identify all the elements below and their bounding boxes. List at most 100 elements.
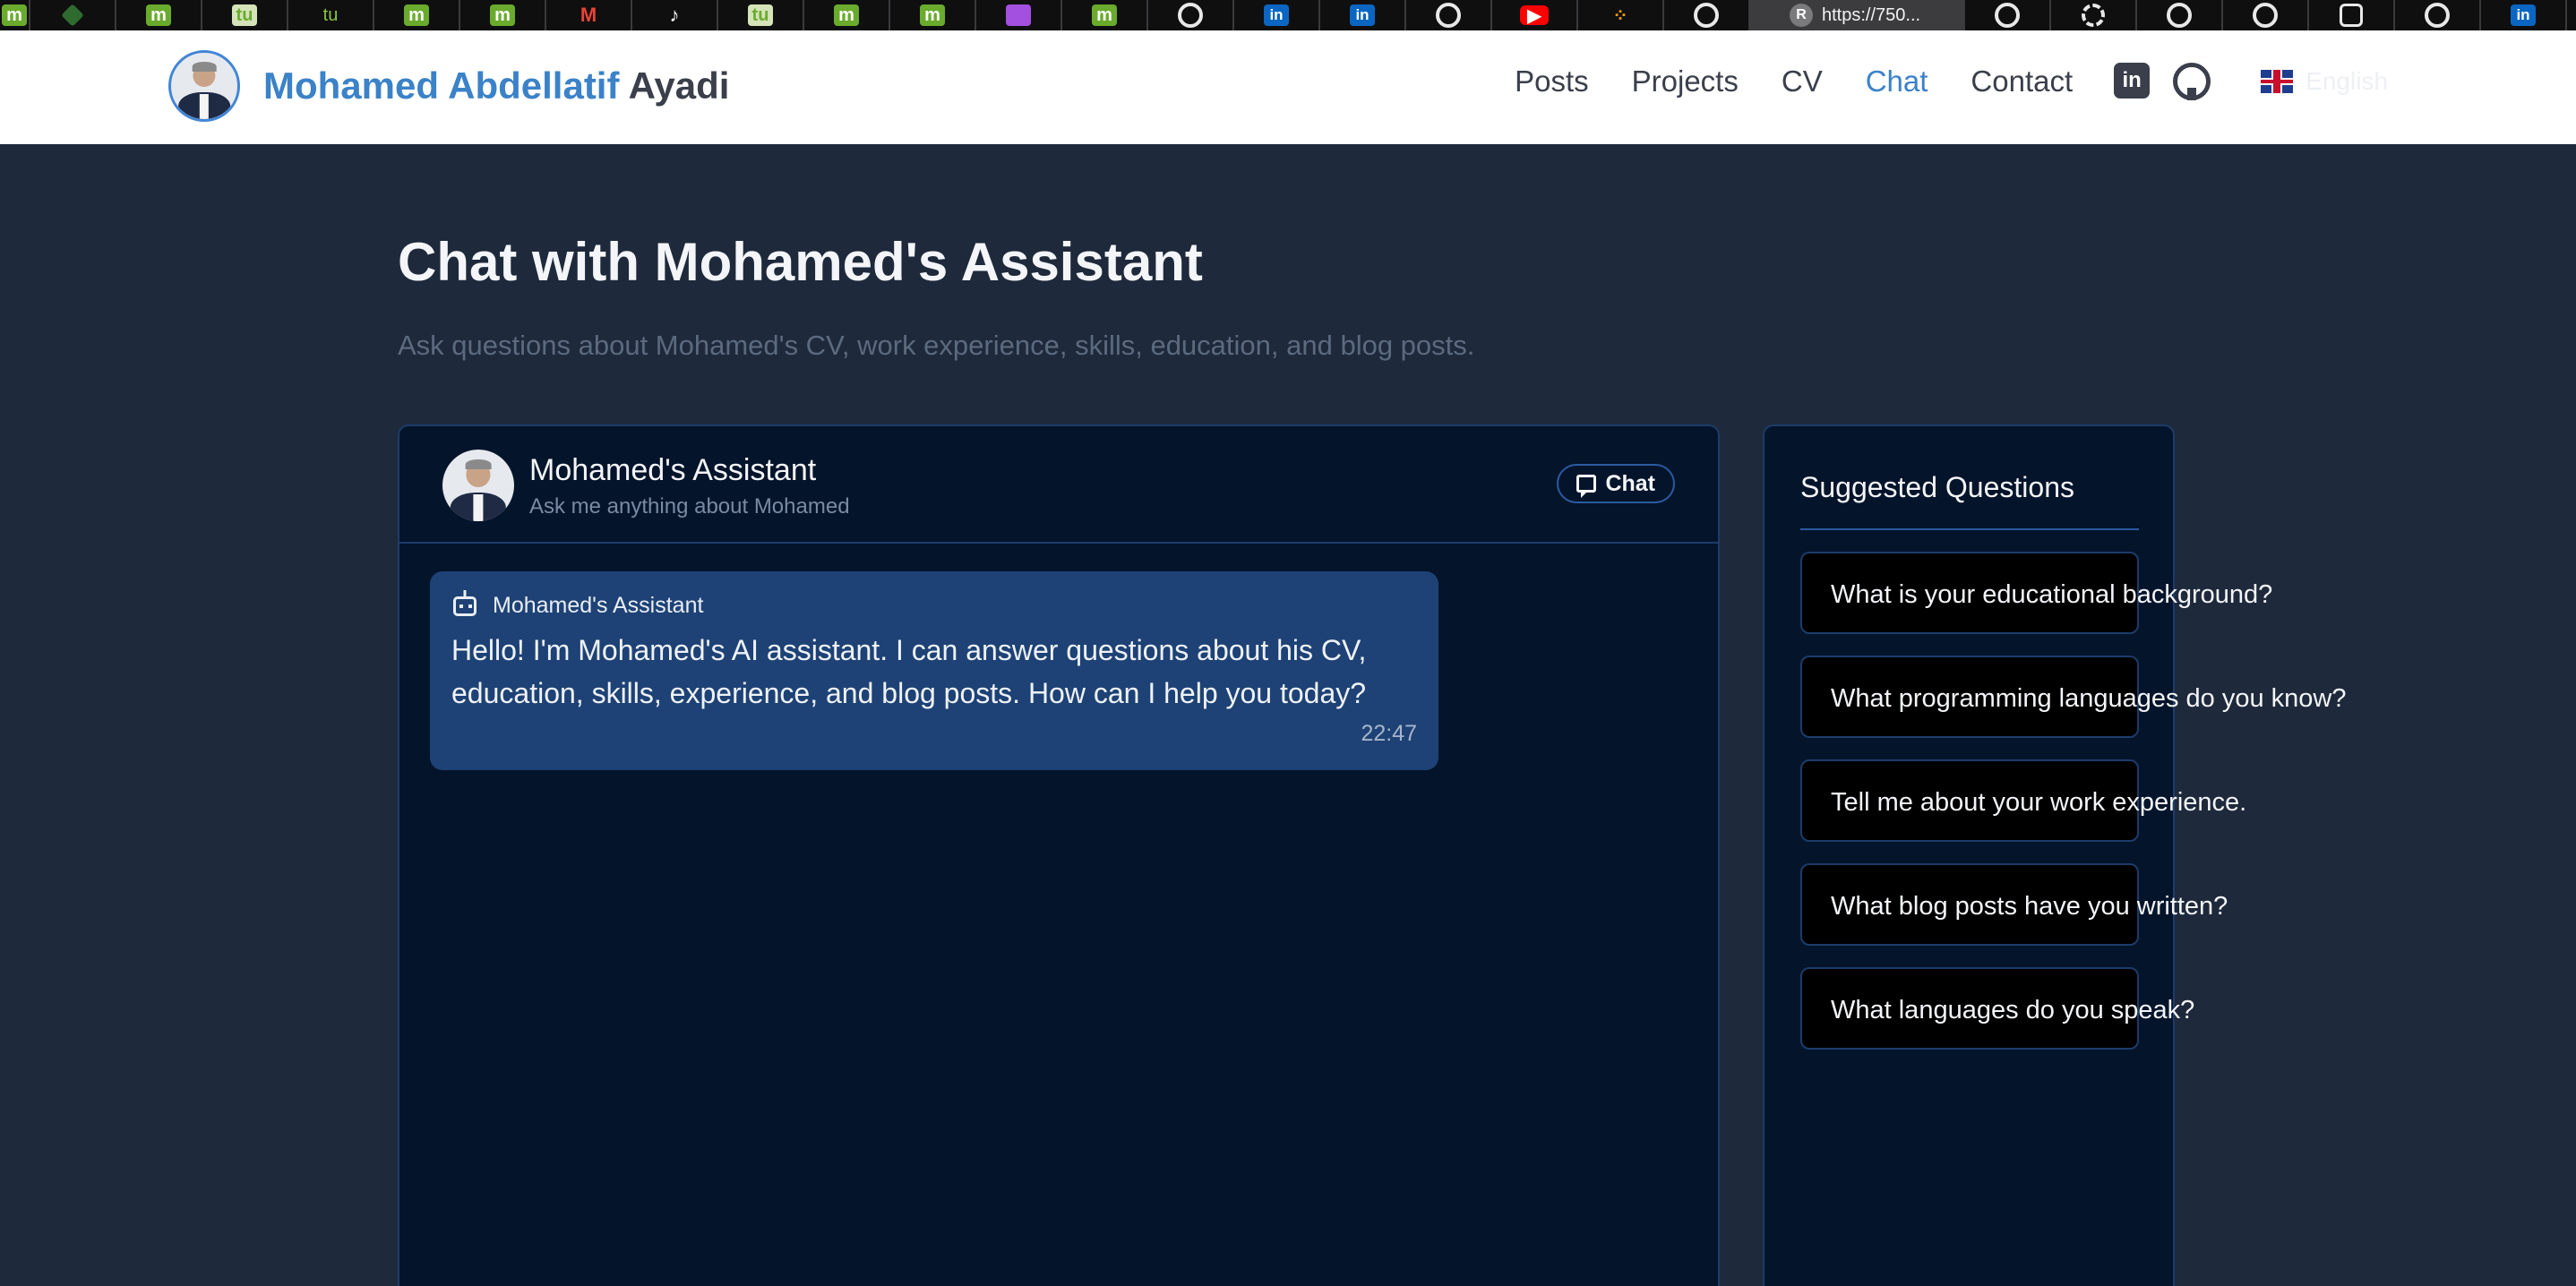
github-icon [2253, 3, 2278, 28]
browser-tab[interactable]: m [0, 0, 30, 30]
browser-tab[interactable]: m [804, 0, 890, 30]
browser-tab[interactable]: m [116, 0, 202, 30]
dots-icon: ⁘ [1612, 5, 1628, 26]
nav-contact[interactable]: Contact [1971, 64, 2073, 99]
browser-tab[interactable]: m [1062, 0, 1148, 30]
tu-icon: tu [748, 4, 773, 26]
browser-tab[interactable]: m [374, 0, 460, 30]
page-title: Chat with Mohamed's Assistant [398, 232, 1203, 292]
nav-projects[interactable]: Projects [1632, 64, 1739, 99]
github-icon [1436, 3, 1461, 28]
language-label: English [2306, 67, 2388, 95]
message-timestamp: 22:47 [1361, 721, 1417, 746]
browser-tab[interactable]: m [460, 0, 546, 30]
medium-icon: m [404, 4, 429, 26]
chat-header: Mohamed's Assistant Ask me anything abou… [399, 426, 1718, 544]
github-icon [1178, 3, 1203, 28]
browser-tab[interactable] [2137, 0, 2223, 30]
chat-mode-label: Chat [1605, 470, 1655, 496]
suggested-question[interactable]: What programming languages do you know? [1800, 656, 2347, 738]
linkedin-icon: in [1350, 4, 1375, 26]
site-favicon-icon: R [1790, 4, 1813, 27]
medium-icon: m [490, 4, 515, 26]
uk-flag-icon [2261, 70, 2294, 93]
browser-tab[interactable]: ▶ [1492, 0, 1578, 30]
browser-tab[interactable]: in [1234, 0, 1320, 30]
suggested-questions-panel: Suggested Questions What is your educati… [1763, 424, 2347, 1286]
github-icon[interactable] [2173, 63, 2211, 100]
language-selector[interactable]: English [2261, 67, 2388, 96]
browser-tab[interactable]: in [2481, 0, 2567, 30]
nav-posts[interactable]: Posts [1515, 64, 1589, 99]
suggested-question-text: Tell me about your work experience. [1831, 788, 2247, 817]
browser-tab[interactable]: ⁘ [1578, 0, 1664, 30]
browser-tab[interactable] [2223, 0, 2309, 30]
linkedin-icon: in [2511, 4, 2536, 26]
browser-tab-strip: m m tu tu m m M ♪ tu m m m in in ▶ ⁘ Rhttps://750... in [0, 0, 2576, 30]
browser-tab[interactable] [2309, 0, 2395, 30]
assistant-name: Mohamed's Assistant [529, 453, 817, 487]
divider [1800, 528, 2139, 530]
nav-cv[interactable]: CV [1782, 64, 1823, 99]
browser-tab[interactable] [1148, 0, 1234, 30]
youtube-icon: ▶ [1520, 5, 1549, 26]
github-icon [2167, 3, 2192, 28]
assistant-message: Mohamed's Assistant Hello! I'm Mohamed's… [430, 571, 1438, 770]
suggested-question[interactable]: What languages do you speak? [1800, 967, 2194, 1050]
message-sender: Mohamed's Assistant [493, 593, 704, 618]
suggested-questions-title: Suggested Questions [1800, 471, 2074, 503]
suggested-question-text: What languages do you speak? [1831, 996, 2195, 1025]
chat-mode-badge[interactable]: Chat [1557, 464, 1675, 503]
browser-tab[interactable] [976, 0, 1062, 30]
browser-tab[interactable]: ♪ [632, 0, 718, 30]
tu-icon: tu [322, 4, 339, 25]
gmail-icon: M [580, 4, 597, 26]
bot-icon [453, 596, 477, 616]
brand[interactable]: Mohamed Abdellatif Ayadi [168, 50, 729, 122]
browser-tab[interactable]: tu [288, 0, 374, 30]
message-header: Mohamed's Assistant [453, 593, 703, 619]
tiktok-icon: ♪ [669, 4, 680, 26]
social-links: in [2114, 63, 2211, 100]
site-header: Mohamed Abdellatif Ayadi Posts Projects … [0, 30, 2576, 144]
active-tab-title: https://750... [1822, 4, 1921, 25]
suggested-question[interactable]: What blog posts have you written? [1800, 863, 2228, 946]
green-diamond-icon [61, 4, 84, 27]
page-subtitle: Ask questions about Mohamed's CV, work e… [398, 330, 1475, 361]
browser-tab[interactable]: tu [202, 0, 288, 30]
site-name-last: Ayadi [628, 64, 730, 107]
chat-panel: Mohamed's Assistant Ask me anything abou… [398, 424, 1720, 1286]
openai-icon [2340, 4, 2363, 27]
browser-tab[interactable]: in [1320, 0, 1406, 30]
browser-tab-active[interactable]: Rhttps://750... [1750, 0, 1965, 30]
purple-app-icon [1006, 4, 1031, 26]
medium-icon: m [1092, 4, 1117, 26]
medium-icon: m [920, 4, 945, 26]
github-icon [2425, 3, 2450, 28]
browser-tab[interactable]: m [890, 0, 976, 30]
medium-icon: m [834, 4, 859, 26]
browser-tab[interactable] [1664, 0, 1750, 30]
github-icon [1694, 3, 1719, 28]
spiral-icon [2082, 4, 2105, 27]
browser-tab[interactable]: tu [718, 0, 804, 30]
browser-tab[interactable] [2395, 0, 2481, 30]
avatar [168, 50, 240, 122]
browser-tab[interactable] [1965, 0, 2051, 30]
suggested-question[interactable]: What is your educational background? [1800, 552, 2272, 634]
browser-tab[interactable]: M [546, 0, 632, 30]
suggested-question-text: What blog posts have you written? [1831, 892, 2228, 921]
browser-tab[interactable] [2051, 0, 2137, 30]
linkedin-icon[interactable]: in [2114, 63, 2151, 99]
medium-icon: m [146, 4, 171, 26]
nav-chat[interactable]: Chat [1866, 64, 1928, 99]
browser-tab[interactable] [1406, 0, 1492, 30]
suggested-question[interactable]: Tell me about your work experience. [1800, 759, 2246, 842]
suggested-question-text: What programming languages do you know? [1831, 684, 2347, 713]
message-text: Hello! I'm Mohamed's AI assistant. I can… [451, 634, 1367, 709]
assistant-avatar [442, 450, 514, 521]
site-name: Mohamed Abdellatif Ayadi [263, 64, 729, 107]
main-nav: Posts Projects CV Chat Contact in Englis… [1472, 63, 2388, 100]
suggested-questions-list: What is your educational background? Wha… [1800, 552, 2347, 1071]
browser-tab[interactable] [30, 0, 116, 30]
